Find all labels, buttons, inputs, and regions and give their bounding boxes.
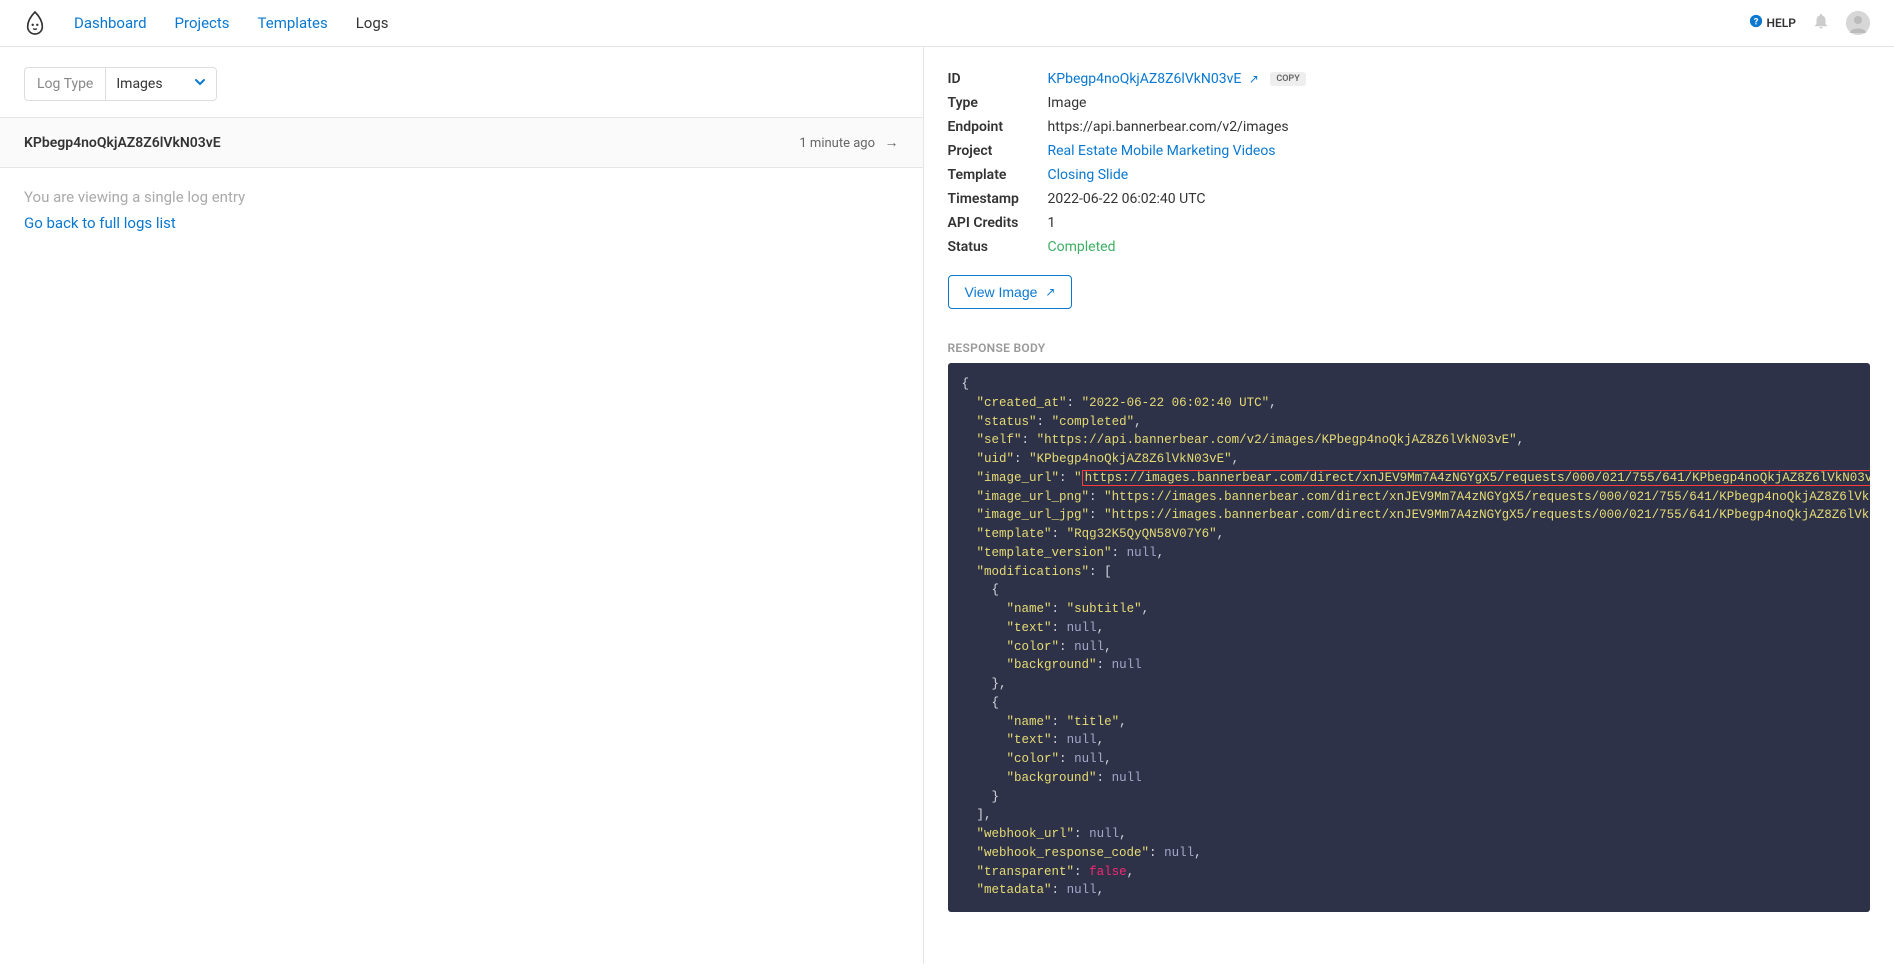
label-id: ID	[948, 71, 1048, 87]
log-entry-id: KPbegp4noQkjAZ8Z6lVkN03vE	[24, 135, 221, 151]
nav-logs[interactable]: Logs	[356, 14, 389, 32]
copy-button[interactable]: COPY	[1270, 72, 1305, 86]
value-endpoint: https://api.bannerbear.com/v2/images	[1048, 119, 1871, 135]
view-image-label: View Image	[965, 284, 1038, 300]
value-id: KPbegp4noQkjAZ8Z6lVkN03vE ↗ COPY	[1048, 71, 1871, 87]
external-link-icon: ↗	[1045, 285, 1055, 299]
nav-projects[interactable]: Projects	[175, 14, 230, 32]
label-endpoint: Endpoint	[948, 119, 1048, 135]
label-template: Template	[948, 167, 1048, 183]
help-label: HELP	[1767, 16, 1796, 30]
response-body: { "created_at": "2022-06-22 06:02:40 UTC…	[948, 363, 1871, 912]
single-log-note: You are viewing a single log entry	[0, 168, 923, 210]
nav-dashboard[interactable]: Dashboard	[74, 14, 147, 32]
header-right: ? HELP	[1749, 11, 1870, 35]
value-timestamp: 2022-06-22 06:02:40 UTC	[1048, 191, 1871, 207]
log-entry-time: 1 minute ago	[799, 136, 875, 151]
chevron-down-icon	[194, 76, 206, 92]
filter-label: Log Type	[25, 68, 106, 100]
label-api-credits: API Credits	[948, 215, 1048, 231]
log-entry-time-wrap: 1 minute ago →	[799, 134, 898, 151]
filter-bar: Log Type Images	[0, 47, 923, 117]
value-type: Image	[1048, 95, 1871, 111]
filter-select[interactable]: Images	[106, 68, 216, 100]
view-image-button[interactable]: View Image ↗	[948, 275, 1073, 309]
help-icon: ?	[1749, 14, 1763, 32]
notifications-icon[interactable]	[1812, 12, 1830, 34]
help-link[interactable]: ? HELP	[1749, 14, 1796, 32]
external-link-icon[interactable]: ↗	[1249, 72, 1259, 86]
label-timestamp: Timestamp	[948, 191, 1048, 207]
value-status: Completed	[1048, 239, 1871, 255]
log-type-filter: Log Type Images	[24, 67, 217, 101]
svg-text:?: ?	[1753, 17, 1758, 28]
right-panel: ID KPbegp4noQkjAZ8Z6lVkN03vE ↗ COPY Type…	[924, 47, 1894, 964]
back-link[interactable]: Go back to full logs list	[24, 214, 176, 232]
filter-value: Images	[116, 76, 162, 92]
header-left: Dashboard Projects Templates Logs	[24, 10, 389, 36]
response-body-label: RESPONSE BODY	[948, 341, 1871, 355]
back-link-wrap: Go back to full logs list	[0, 210, 923, 236]
template-link[interactable]: Closing Slide	[1048, 167, 1129, 183]
arrow-right-icon: →	[885, 135, 899, 151]
project-link[interactable]: Real Estate Mobile Marketing Videos	[1048, 143, 1276, 159]
left-panel: Log Type Images KPbegp4noQkjAZ8Z6lVkN03v…	[0, 47, 924, 964]
log-entry[interactable]: KPbegp4noQkjAZ8Z6lVkN03vE 1 minute ago →	[0, 117, 923, 168]
value-api-credits: 1	[1048, 215, 1871, 231]
label-status: Status	[948, 239, 1048, 255]
id-link[interactable]: KPbegp4noQkjAZ8Z6lVkN03vE	[1048, 71, 1242, 87]
value-project: Real Estate Mobile Marketing Videos	[1048, 143, 1871, 159]
detail-table: ID KPbegp4noQkjAZ8Z6lVkN03vE ↗ COPY Type…	[948, 67, 1871, 259]
highlighted-image-url: https://images.bannerbear.com/direct/xnJ…	[1082, 470, 1870, 486]
logo[interactable]	[24, 10, 46, 36]
label-project: Project	[948, 143, 1048, 159]
header: Dashboard Projects Templates Logs ? HELP	[0, 0, 1894, 47]
nav-templates[interactable]: Templates	[258, 14, 328, 32]
main: Log Type Images KPbegp4noQkjAZ8Z6lVkN03v…	[0, 47, 1894, 964]
user-avatar[interactable]	[1846, 11, 1870, 35]
label-type: Type	[948, 95, 1048, 111]
value-template: Closing Slide	[1048, 167, 1871, 183]
